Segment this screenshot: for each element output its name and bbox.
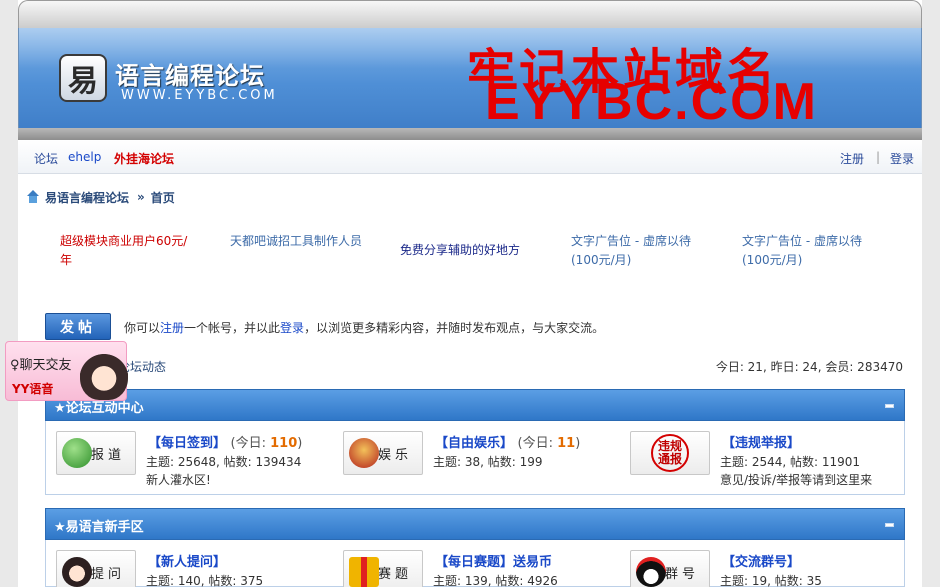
girl-avatar-badge [62,557,92,587]
breadcrumb: 易语言编程论坛 » 首页 [26,189,175,205]
register-prompt-mid: 一个帐号，并以此 [184,321,281,335]
penguin-badge [636,557,666,587]
forum-stats-line: 主题: 38, 帖数: 199 [433,455,543,469]
chat-widget-subtitle: YY语音 [12,382,54,396]
forum-name-text[interactable]: 【新人提问】 [148,555,226,570]
forum-item: 娱乐 【自由娱乐】 (今日: 11) 主题: 38, 帖数: 199 [333,431,613,491]
penguin-icon[interactable]: 群号 [630,550,710,587]
collapse-icon[interactable] [885,404,894,408]
forum-name-text[interactable]: 【违规举报】 [722,436,800,451]
register-prompt-post: ，以浏览更多精彩内容，并随时发布观点，与大家交流。 [304,321,605,335]
forum-stats-line: 主题: 139, 帖数: 4926 [433,574,558,587]
register-prompt-register-link[interactable]: 注册 [160,321,184,335]
forum-today-count: 110 [270,436,298,451]
breadcrumb-current: 首页 [150,190,175,205]
forum-stats-line: 主题: 25648, 帖数: 139434 [146,455,302,469]
forum-name[interactable]: 【新人提问】 [148,551,226,570]
forum-today-count: 11 [557,436,576,451]
text-ad-1[interactable]: 超级模块商业用户60元/年 [60,232,195,270]
forum-item: 报道 【每日签到】 (今日: 110) 主题: 25648, 帖数: 13943… [46,431,326,491]
forum-today-end: ) [575,436,581,451]
forum-description: 新人灌水区! [146,473,211,487]
category-body-interaction: 报道 【每日签到】 (今日: 110) 主题: 25648, 帖数: 13943… [45,421,905,495]
forum-icon-label: 提问 [90,566,125,582]
forum-name-text[interactable]: 【每日签到】 [148,436,226,451]
text-ad-4[interactable]: 文字广告位 - 虚席以待(100元/月) [571,232,711,270]
anime-girl-icon [80,346,128,400]
forum-stats: 今日: 21, 昨日: 24, 会员: 283470 [715,360,903,374]
forum-stats-line: 主题: 2544, 帖数: 11901 [720,455,861,469]
nav-forum-link[interactable]: 论坛 [34,150,58,167]
nav-separator: | [876,150,881,164]
forum-name[interactable]: 【自由娱乐】 (今日: 11) [435,432,580,451]
forum-name[interactable]: 【每日签到】 (今日: 110) [148,432,302,451]
game-badge [349,438,379,468]
register-prompt-pre: 你可以 [124,321,161,335]
gift-icon[interactable]: 赛题 [343,550,423,587]
collapse-icon[interactable] [885,523,894,527]
register-prompt: 你可以注册一个帐号，并以此登录，以浏览更多精彩内容，并随时发布观点，与大家交流。 [124,319,604,336]
forum-icon-label: 报道 [90,447,125,463]
girl-avatar-icon[interactable]: 提问 [56,550,136,587]
user-add-badge [62,438,92,468]
register-prompt-login-link[interactable]: 登录 [280,321,304,335]
header-banner: 易 语言编程论坛 WWW.EYYBC.COM 牢记本站域名 EYYBC.COM [18,28,922,130]
banner-ad-domain: EYYBC.COM [485,73,818,130]
logo-title[interactable]: 语言编程论坛 [115,56,265,91]
forum-icon-label: 赛题 [377,566,412,582]
forum-name-text[interactable]: 【交流群号】 [722,555,800,570]
forum-name[interactable]: 【违规举报】 [722,432,800,451]
text-ad-5[interactable]: 文字广告位 - 虚席以待(100元/月) [742,232,882,270]
forum-item: 提问 【新人提问】 主题: 140, 帖数: 375 [46,550,326,587]
forum-item: 违规通报 【违规举报】 主题: 2544, 帖数: 11901 意见/投诉/举报… [620,431,900,491]
top-nav: 论坛 ehelp 外挂海论坛 注册 | 登录 [18,140,922,174]
forum-description: 意见/投诉/举报等请到这里来 [720,473,873,487]
forum-today: (今日: 11) [518,436,581,451]
forum-icon-label: 群号 [664,566,699,582]
new-post-button[interactable]: 发帖 [45,313,111,340]
banner-bottom-bar [18,128,922,140]
report-stamp-icon[interactable]: 违规通报 [630,431,710,475]
forum-icon-label: 违规通报 [651,434,689,472]
category-header-newbie[interactable]: ★易语言新手区 [45,508,905,540]
category-title[interactable]: ★易语言新手区 [54,516,144,535]
forum-today-label: (今日: [230,436,271,451]
forum-name-text[interactable]: 【每日赛题】送易币 [435,555,552,570]
forum-page: 易 语言编程论坛 WWW.EYYBC.COM 牢记本站域名 EYYBC.COM … [18,0,922,587]
text-ad-2[interactable]: 天都吧诚招工具制作人员 [230,232,365,251]
nav-waiguahai-link[interactable]: 外挂海论坛 [114,150,174,167]
forum-today-end: ) [297,436,303,451]
text-ads: 超级模块商业用户60元/年 天都吧诚招工具制作人员 免费分享辅助的好地方 文字广… [18,232,922,276]
chat-widget[interactable]: ♀聊天交友 YY语音 [5,341,128,401]
logo-icon[interactable]: 易 [59,54,107,102]
forum-name[interactable]: 【每日赛题】送易币 [435,551,552,570]
register-link[interactable]: 注册 [840,150,864,167]
text-ad-3[interactable]: 免费分享辅助的好地方 [400,241,545,260]
forum-stats-line: 主题: 19, 帖数: 35 [720,574,822,587]
user-add-icon[interactable]: 报道 [56,431,136,475]
breadcrumb-separator: » [137,190,145,204]
forum-name[interactable]: 【交流群号】 [722,551,800,570]
forum-today-label: (今日: [517,436,558,451]
nav-ehelp-link[interactable]: ehelp [68,150,101,164]
gift-badge [349,557,379,587]
forum-item: 赛题 【每日赛题】送易币 主题: 139, 帖数: 4926 [333,550,613,587]
forum-stats-line: 主题: 140, 帖数: 375 [146,574,264,587]
home-icon[interactable] [26,190,40,204]
category-body-newbie: 提问 【新人提问】 主题: 140, 帖数: 375 赛题 【每日赛题】送易币 … [45,540,905,587]
forum-name-text[interactable]: 【自由娱乐】 [435,436,513,451]
logo-url: WWW.EYYBC.COM [121,88,278,103]
breadcrumb-site[interactable]: 易语言编程论坛 [45,189,129,206]
window-top-cap [18,0,922,30]
category-header-interaction[interactable]: ★论坛互动中心 [45,389,905,421]
forum-icon-label: 娱乐 [377,447,412,463]
chat-widget-title: ♀聊天交友 [10,358,72,373]
forum-item: 群号 【交流群号】 主题: 19, 帖数: 35 [620,550,900,587]
forum-today: (今日: 110) [231,436,303,451]
game-icon[interactable]: 娱乐 [343,431,423,475]
login-link[interactable]: 登录 [890,150,914,167]
